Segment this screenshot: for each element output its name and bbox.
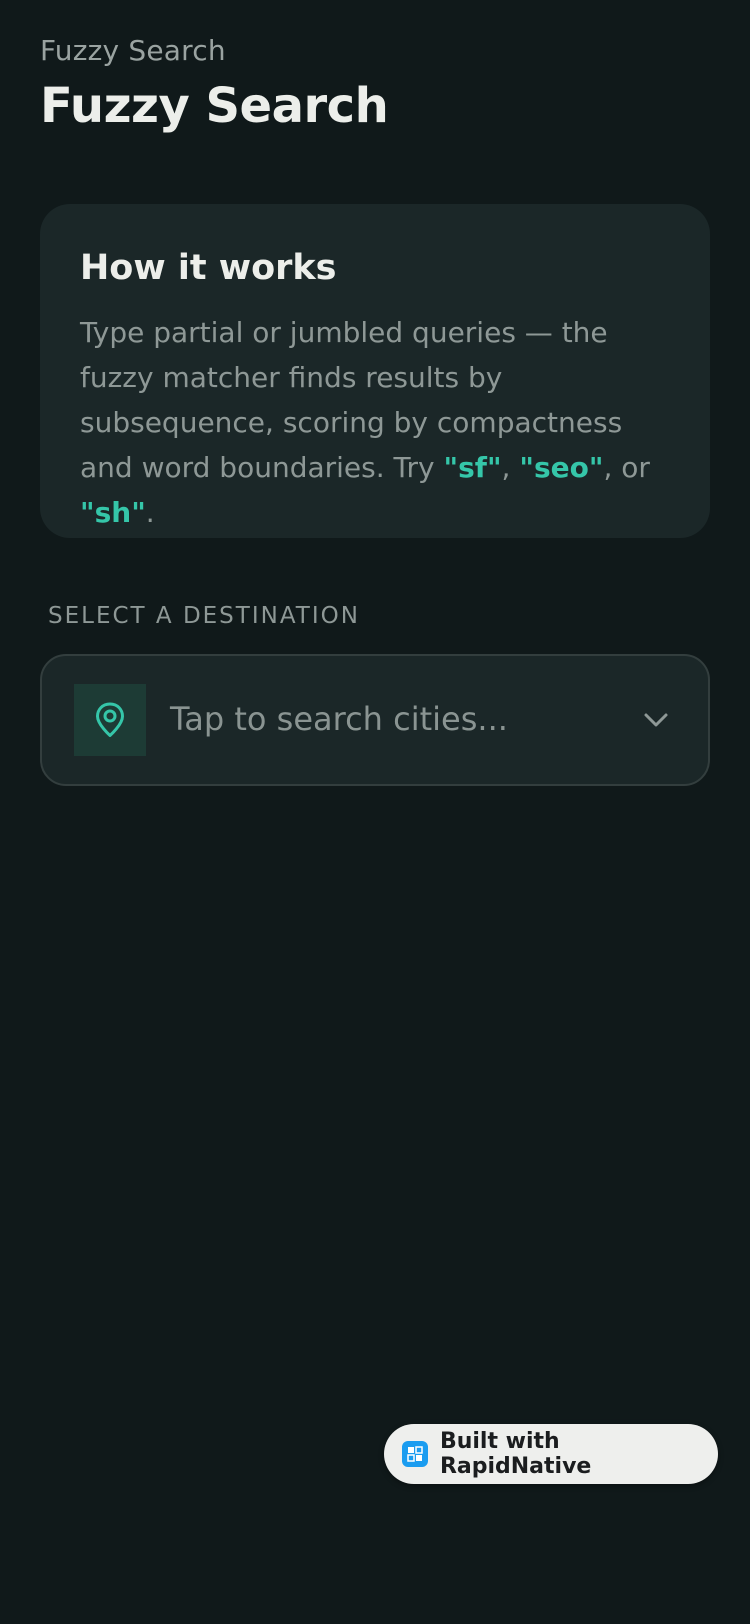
rapidnative-logo-icon <box>402 1441 428 1467</box>
destination-select[interactable]: Tap to search cities... <box>40 654 710 786</box>
destination-section-label: SELECT A DESTINATION <box>48 603 360 629</box>
how-it-works-title: How it works <box>80 248 337 288</box>
destination-placeholder: Tap to search cities... <box>170 700 508 738</box>
how-it-works-card: How it works Type partial or jumbled que… <box>40 204 710 538</box>
badge-label: Built with RapidNative <box>439 1429 592 1479</box>
header-kicker: Fuzzy Search <box>40 34 226 67</box>
chevron-down-icon <box>644 713 668 727</box>
page-title: Fuzzy Search <box>40 78 389 134</box>
example-query-seo: "seo" <box>519 451 604 484</box>
example-query-sf: "sf" <box>443 451 502 484</box>
example-query-sh: "sh" <box>80 496 146 529</box>
how-it-works-body: Type partial or jumbled queries — the fu… <box>80 310 670 535</box>
map-pin-icon <box>74 684 146 756</box>
body-end: . <box>145 496 155 529</box>
separator: , <box>501 451 520 484</box>
separator: , or <box>603 451 650 484</box>
built-with-rapidnative-badge[interactable]: Built with RapidNative <box>384 1424 718 1484</box>
